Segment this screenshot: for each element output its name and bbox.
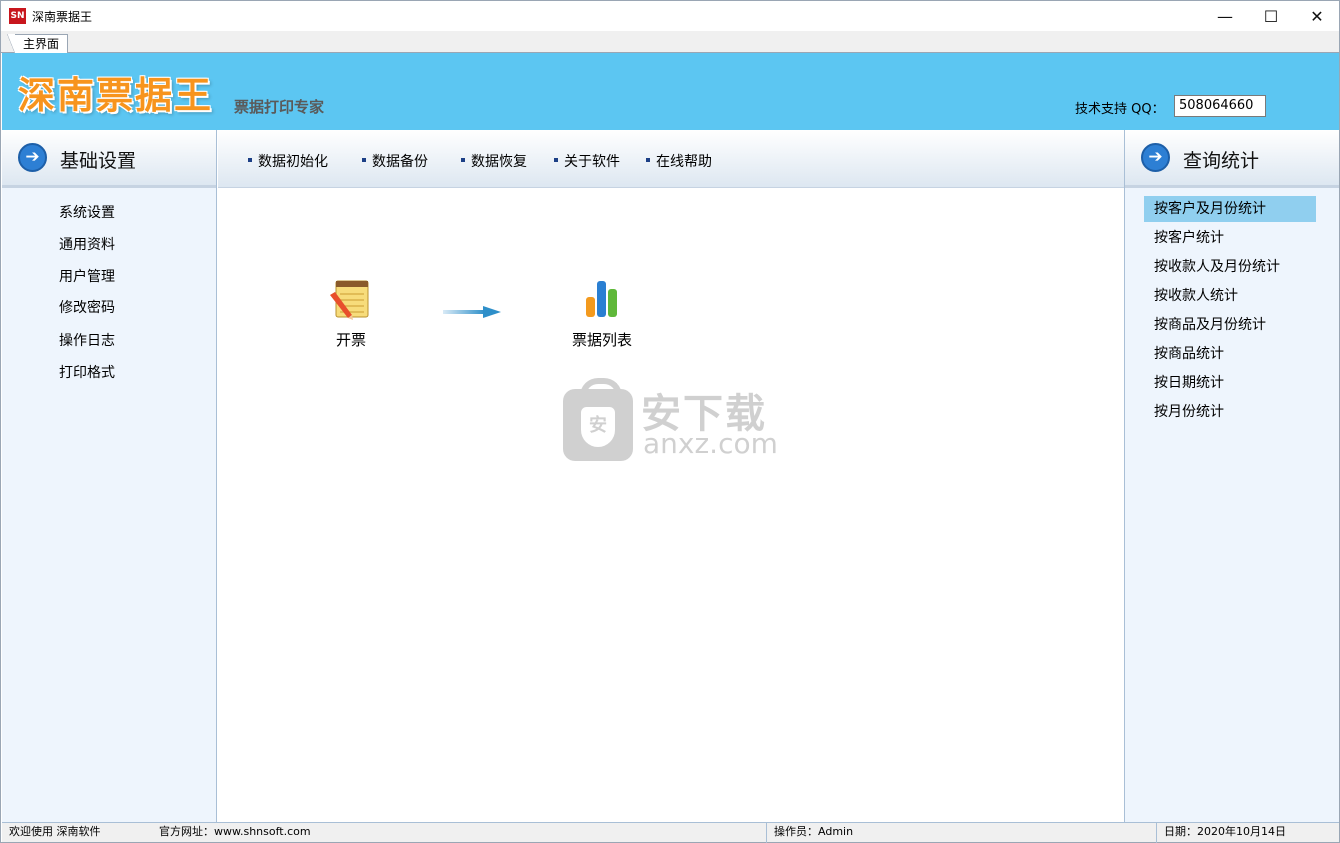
status-welcome: 欢迎使用 深南软件 xyxy=(9,825,101,838)
sidebar-item-common-data[interactable]: 通用资料 xyxy=(59,234,115,254)
invoice-list-label: 票据列表 xyxy=(571,331,632,349)
status-date: 日期：2020年10月14日 xyxy=(1164,825,1286,838)
toolbar-data-restore[interactable]: 数据恢复 xyxy=(461,151,527,171)
close-button[interactable]: ✕ xyxy=(1294,1,1340,31)
stats-item-product[interactable]: 按商品统计 xyxy=(1144,341,1316,367)
toolbar-data-backup[interactable]: 数据备份 xyxy=(362,151,428,171)
header-banner: 深南票据王 票据打印专家 技术支持 QQ： 508064660 xyxy=(2,53,1339,130)
bullet-icon xyxy=(646,158,650,162)
status-website: 官方网址：www.shnsoft.com xyxy=(152,823,767,843)
maximize-button[interactable]: ☐ xyxy=(1248,1,1294,31)
title-bar: SN 深南票据王 — ☐ ✕ xyxy=(1,1,1339,31)
sidebar-item-print-format[interactable]: 打印格式 xyxy=(59,362,115,382)
status-bar: 欢迎使用 深南软件 官方网址：www.shnsoft.com 操作员：Admin… xyxy=(2,822,1339,843)
main-area: 开票 票据列表 安 安下载 anxz.com xyxy=(218,189,1124,822)
left-panel-header: 基础设置 xyxy=(2,130,216,188)
minimize-button[interactable]: — xyxy=(1202,1,1248,31)
watermark-shield-icon: 安 xyxy=(581,407,615,447)
toolbar-label: 关于软件 xyxy=(564,154,620,170)
stats-item-product-month[interactable]: 按商品及月份统计 xyxy=(1144,312,1316,338)
sidebar-item-change-password[interactable]: 修改密码 xyxy=(59,297,115,317)
app-window: SN 深南票据王 — ☐ ✕ 主界面 深南票据王 票据打印专家 技术支持 QQ：… xyxy=(0,0,1340,843)
window-title: 深南票据王 xyxy=(32,10,93,24)
arrow-right-icon xyxy=(18,143,47,172)
watermark: 安 安下载 anxz.com xyxy=(563,378,783,464)
toolbar-label: 数据初始化 xyxy=(258,154,328,170)
tab-main[interactable]: 主界面 xyxy=(6,34,69,54)
close-icon: ✕ xyxy=(1310,6,1324,26)
right-panel: 查询统计 按客户及月份统计 按客户统计 按收款人及月份统计 按收款人统计 按商品… xyxy=(1124,130,1339,822)
maximize-icon: ☐ xyxy=(1263,6,1279,26)
stats-item-customer[interactable]: 按客户统计 xyxy=(1144,225,1316,251)
stats-item-month[interactable]: 按月份统计 xyxy=(1144,399,1316,425)
right-panel-title: 查询统计 xyxy=(1183,150,1260,172)
sidebar-item-user-management[interactable]: 用户管理 xyxy=(59,266,115,286)
toolbar-data-init[interactable]: 数据初始化 xyxy=(248,151,328,171)
notepad-pencil-icon xyxy=(330,280,369,320)
app-slogan: 票据打印专家 xyxy=(234,98,325,116)
top-toolbar: 数据初始化 数据备份 数据恢复 关于软件 在线帮助 xyxy=(218,130,1124,188)
app-logo: 深南票据王 xyxy=(18,73,213,117)
right-panel-header: 查询统计 xyxy=(1125,130,1339,188)
qq-field[interactable]: 508064660 xyxy=(1174,95,1266,117)
bullet-icon xyxy=(248,158,252,162)
issue-invoice-button[interactable]: 开票 xyxy=(324,277,378,350)
app-icon: SN xyxy=(9,8,26,24)
arrow-right-icon xyxy=(1141,143,1170,172)
sidebar-item-system-settings[interactable]: 系统设置 xyxy=(59,202,115,222)
bullet-icon xyxy=(362,158,366,162)
issue-invoice-label: 开票 xyxy=(335,331,366,349)
toolbar-about[interactable]: 关于软件 xyxy=(554,151,620,171)
tab-strip: 主界面 xyxy=(1,31,1339,54)
left-panel: 基础设置 系统设置 通用资料 用户管理 修改密码 操作日志 打印格式 xyxy=(2,130,217,822)
toolbar-label: 在线帮助 xyxy=(656,154,712,170)
flow-arrow-icon xyxy=(443,306,501,318)
toolbar-label: 数据备份 xyxy=(372,154,428,170)
stats-item-date[interactable]: 按日期统计 xyxy=(1144,370,1316,396)
status-operator: 操作员：Admin xyxy=(767,823,1157,843)
bar-chart-icon xyxy=(586,281,617,317)
watermark-bag-icon: 安 xyxy=(563,378,633,461)
toolbar-label: 数据恢复 xyxy=(471,154,527,170)
qq-label: 技术支持 QQ： xyxy=(1075,102,1165,117)
stats-item-customer-month[interactable]: 按客户及月份统计 xyxy=(1144,196,1316,222)
watermark-en-text: anxz.com xyxy=(643,427,778,460)
sidebar-item-operation-log[interactable]: 操作日志 xyxy=(59,330,115,350)
bullet-icon xyxy=(461,158,465,162)
minimize-icon: — xyxy=(1217,6,1233,26)
stats-item-payee-month[interactable]: 按收款人及月份统计 xyxy=(1144,254,1316,280)
toolbar-online-help[interactable]: 在线帮助 xyxy=(646,151,712,171)
left-panel-title: 基础设置 xyxy=(60,150,137,172)
bullet-icon xyxy=(554,158,558,162)
invoice-list-button[interactable]: 票据列表 xyxy=(562,277,642,350)
stats-item-payee[interactable]: 按收款人统计 xyxy=(1144,283,1316,309)
